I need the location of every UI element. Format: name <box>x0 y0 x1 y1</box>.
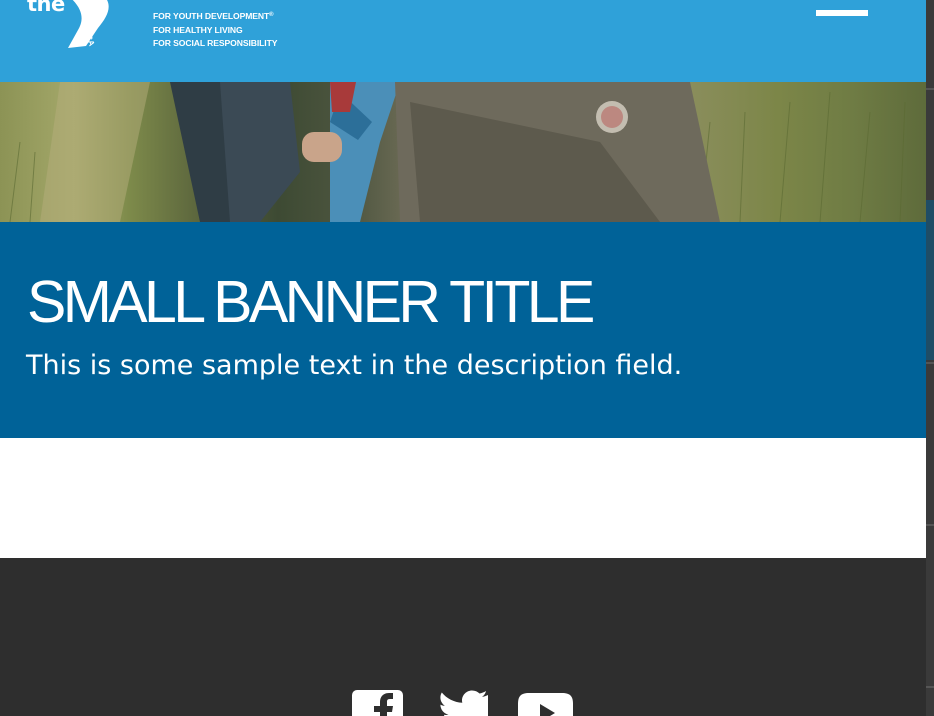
registered-mark: ® <box>269 12 274 18</box>
right-sidebar-strip <box>926 0 934 716</box>
page: the YMCA FOR YOUTH DEVELOPMENT® FOR HEAL… <box>0 0 926 716</box>
strip-divider <box>926 362 934 364</box>
strip-divider <box>926 686 934 688</box>
menu-toggle-button[interactable] <box>816 10 868 16</box>
small-banner: SMALL BANNER TITLE This is some sample t… <box>0 222 926 438</box>
tagline: FOR YOUTH DEVELOPMENT® FOR HEALTHY LIVIN… <box>153 9 277 51</box>
banner-photo <box>0 82 926 222</box>
facebook-link[interactable] <box>352 690 403 716</box>
facebook-icon <box>352 690 403 716</box>
banner-title: SMALL BANNER TITLE <box>27 269 595 335</box>
tagline-line-1: FOR YOUTH DEVELOPMENT® <box>153 11 274 21</box>
tagline-line-2: FOR HEALTHY LIVING <box>153 24 243 35</box>
strip-divider <box>926 524 934 526</box>
twitter-link[interactable] <box>434 690 490 716</box>
banner-description: This is some sample text in the descript… <box>26 350 683 381</box>
site-header: the YMCA FOR YOUTH DEVELOPMENT® FOR HEAL… <box>0 0 926 82</box>
tagline-line-3: FOR SOCIAL RESPONSIBILITY <box>153 38 278 48</box>
ymca-logo-link[interactable]: the YMCA <box>0 0 130 82</box>
strip-highlight <box>926 200 934 360</box>
twitter-icon <box>440 690 488 716</box>
youtube-link[interactable] <box>515 690 576 716</box>
strip-divider <box>926 88 934 90</box>
photo-scene <box>9 82 906 222</box>
youtube-icon <box>518 693 573 716</box>
